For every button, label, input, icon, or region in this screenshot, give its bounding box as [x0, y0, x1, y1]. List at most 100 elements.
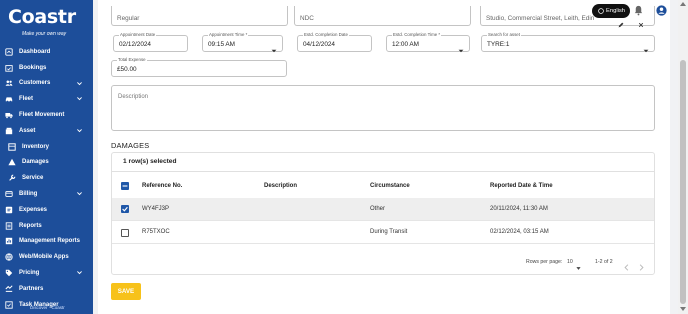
sidebar-item-pricing[interactable]: Pricing — [0, 265, 93, 281]
description-placeholder: Description — [118, 94, 149, 100]
sidebar-item-billing[interactable]: Billing — [0, 186, 93, 202]
rows-per-page-label: Rows per page: — [526, 259, 563, 265]
pricing-tag-icon — [5, 269, 13, 277]
scrollbar-thumb[interactable] — [680, 60, 686, 304]
asset-search-value: TYRE:1 — [487, 41, 510, 48]
sidebar-item-expenses[interactable]: Expenses — [0, 202, 93, 218]
scroll-up-arrow-icon[interactable] — [680, 1, 686, 6]
sidebar-item-management-reports[interactable]: Management Reports — [0, 234, 93, 250]
sidebar-item-service[interactable]: Service — [0, 170, 93, 186]
inventory-icon — [8, 142, 16, 151]
sidebar-item-label: Damages — [22, 159, 49, 166]
sidebar-item-label: Customers — [19, 80, 51, 87]
sidebar-item-label: Partners — [19, 285, 44, 292]
completion-time-select[interactable]: Estd. Completion Time * 12:00 AM — [386, 32, 470, 53]
chevron-down-icon[interactable] — [76, 80, 83, 87]
column-header[interactable]: Reported Date & Time — [490, 175, 553, 197]
sidebar-item-label: Service — [22, 175, 44, 182]
sidebar-item-damages[interactable]: Damages — [0, 155, 93, 171]
language-label: English — [606, 8, 626, 14]
billing-icon — [5, 190, 13, 198]
booking-type-field[interactable]: Regular — [111, 6, 288, 26]
pagination-range: 1-2 of 2 — [595, 259, 613, 265]
total-expense-field[interactable]: Total Expense £50.00 — [111, 57, 287, 77]
select-all-checkbox[interactable] — [121, 182, 129, 190]
management-reports-icon — [5, 237, 13, 245]
chevron-down-icon — [643, 41, 649, 53]
sidebar-item-customers[interactable]: Customers — [0, 76, 93, 92]
row-checkbox[interactable] — [121, 205, 129, 213]
language-selector[interactable]: English — [592, 4, 630, 18]
table-row[interactable]: WY4FJ3P Other 20/11/2024, 11:30 AM — [112, 198, 654, 221]
reference-cell: WY4FJ3P — [142, 206, 170, 212]
description-textarea[interactable]: Description — [111, 85, 655, 131]
sidebar-item-inventory[interactable]: Inventory — [0, 139, 93, 155]
sidebar: Coastr Make your own way Dashboard Bookin… — [0, 0, 93, 314]
appointment-date-label: Appointment Date — [119, 32, 157, 37]
row-checkbox[interactable] — [121, 229, 129, 237]
reports-icon — [5, 222, 13, 230]
sidebar-item-label: Reports — [19, 222, 42, 229]
sidebar-item-partners[interactable]: Partners — [0, 281, 93, 297]
users-icon — [5, 79, 13, 87]
truck-icon — [5, 111, 13, 119]
sidebar-item-reports[interactable]: Reports — [0, 218, 93, 234]
appointment-time-value: 09:15 AM — [208, 41, 236, 48]
sidebar-footer-text: Discover · Coastr — [30, 305, 65, 310]
table-row[interactable]: R75TXOC During Transit 02/12/2024, 03:15… — [112, 221, 654, 244]
reported-cell: 20/11/2024, 11:30 AM — [490, 206, 548, 212]
user-avatar-icon[interactable] — [656, 5, 667, 16]
completion-date-field[interactable]: Estd. Completion Date 04/12/2024 — [297, 32, 372, 52]
total-expense-value: £50.00 — [117, 66, 137, 73]
sidebar-item-label: Fleet — [19, 96, 34, 103]
appointment-time-select[interactable]: Appointment Time * 09:15 AM — [202, 32, 283, 53]
wrench-icon — [8, 174, 16, 182]
brand-name: Coastr — [8, 6, 76, 28]
rows-per-page-select[interactable]: 10 — [567, 259, 573, 265]
table-pagination: Rows per page: 10 1-2 of 2 — [112, 254, 654, 272]
sidebar-item-fleet[interactable]: Fleet — [0, 91, 93, 107]
appointment-date-value: 02/12/2024 — [119, 41, 151, 48]
chevron-down-icon[interactable] — [76, 269, 83, 276]
sidebar-item-label: Web/Mobile Apps — [19, 254, 69, 261]
chevron-down-icon[interactable] — [76, 190, 83, 197]
chevron-down-icon — [458, 41, 464, 53]
expenses-icon — [5, 206, 13, 214]
save-button[interactable]: SAVE — [111, 283, 141, 300]
partners-icon — [5, 285, 13, 293]
sidebar-item-label: Pricing — [19, 270, 40, 277]
chevron-down-icon[interactable] — [575, 259, 582, 270]
asset-search-select[interactable]: Search for asset TYRE:1 — [481, 32, 655, 53]
sidebar-item-label: Inventory — [22, 143, 50, 150]
appointment-date-field[interactable]: Appointment Date 02/12/2024 — [113, 32, 188, 52]
sidebar-item-label: Bookings — [19, 64, 47, 71]
booking-type-value: Regular — [117, 15, 140, 22]
vehicle-field[interactable]: NDC — [294, 6, 471, 26]
asset-icon — [5, 127, 13, 135]
previous-page-icon[interactable] — [623, 258, 630, 271]
reported-cell: 02/12/2024, 03:15 AM — [490, 229, 549, 235]
selection-toolbar: 1 row(s) selected — [112, 153, 654, 172]
sidebar-item-dashboard[interactable]: Dashboard — [0, 44, 93, 60]
chevron-down-icon[interactable] — [76, 127, 83, 134]
brand-logo[interactable]: Coastr Make your own way — [8, 6, 88, 38]
sidebar-item-fleet-movement[interactable]: Fleet Movement — [0, 107, 93, 123]
brand-tagline: Make your own way — [22, 31, 67, 37]
sidebar-item-bookings[interactable]: Bookings — [0, 60, 93, 76]
column-header[interactable]: Circumstance — [370, 175, 410, 197]
location-value: Studio, Commercial Street, Leith, Edinbu… — [486, 15, 594, 22]
column-header[interactable]: Reference No. — [142, 175, 182, 197]
calendar-check-icon — [5, 64, 13, 72]
completion-time-value: 12:00 AM — [392, 41, 420, 48]
total-expense-label: Total Expense — [117, 57, 147, 62]
sidebar-item-asset[interactable]: Asset — [0, 123, 93, 139]
scroll-down-arrow-icon[interactable] — [680, 307, 686, 312]
app-root: Coastr Make your own way Dashboard Bookin… — [0, 0, 688, 314]
circumstance-cell: During Transit — [370, 229, 408, 235]
chevron-down-icon[interactable] — [76, 95, 83, 102]
reference-cell: R75TXOC — [142, 229, 170, 235]
bell-icon[interactable] — [633, 5, 644, 16]
next-page-icon[interactable] — [638, 258, 645, 271]
column-header[interactable]: Description — [264, 175, 297, 197]
sidebar-item-web-mobile-apps[interactable]: Web/Mobile Apps — [0, 249, 93, 265]
